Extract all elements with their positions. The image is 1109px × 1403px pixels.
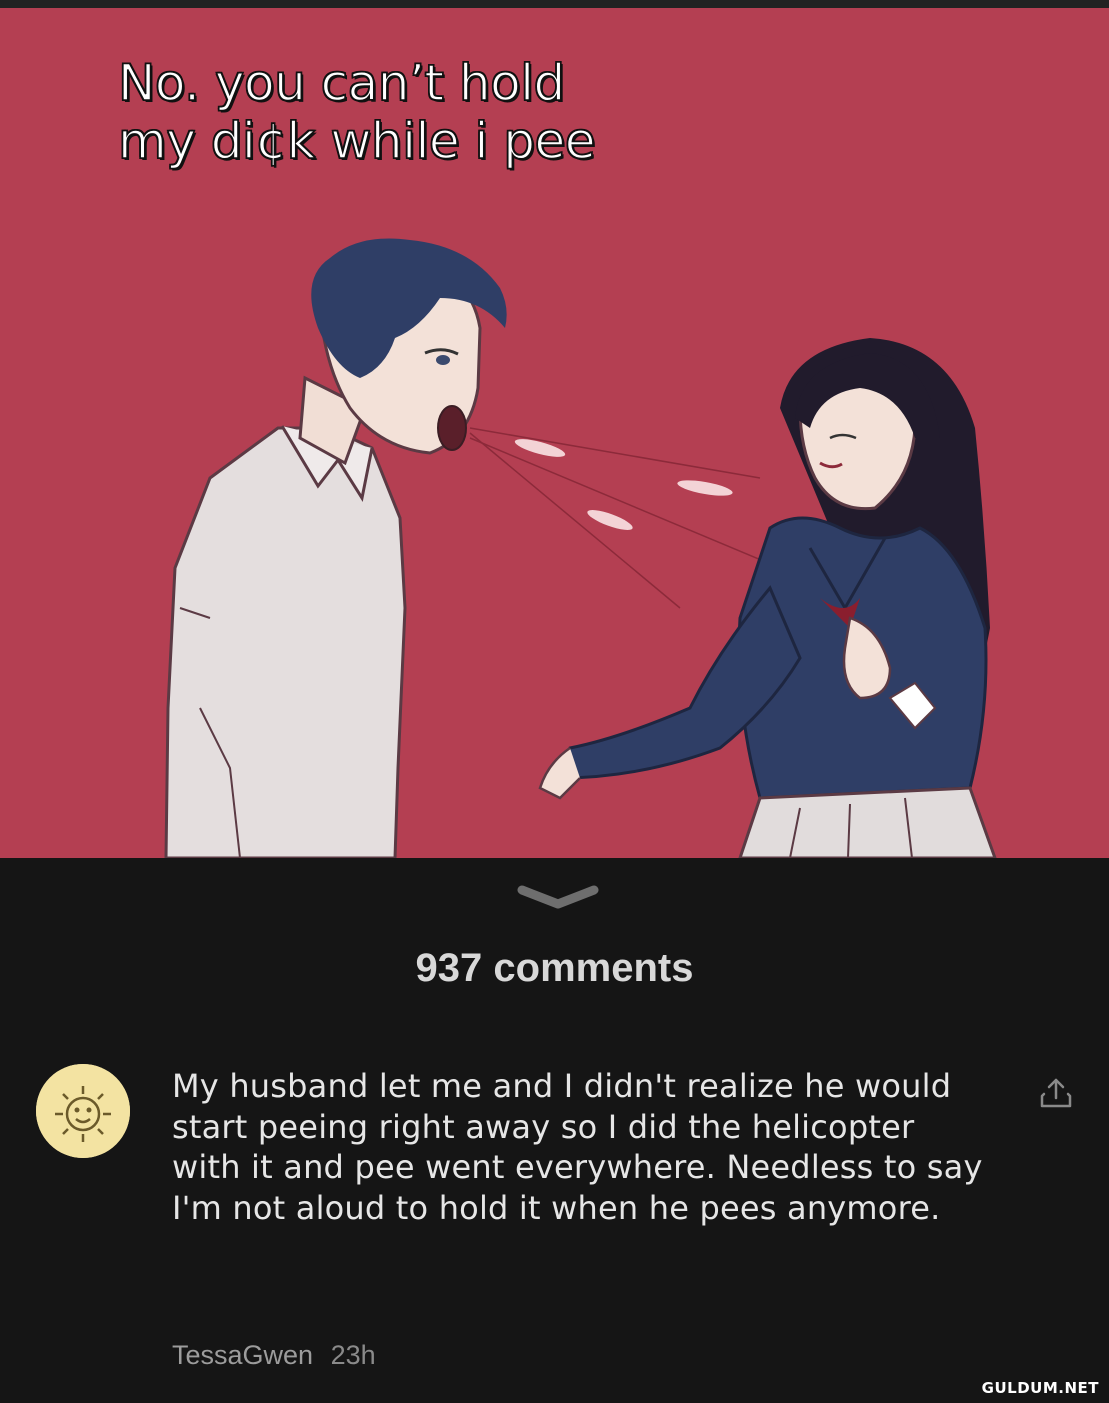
comment-text: My husband let me and I didn't realize h…	[172, 1067, 983, 1227]
comment-timestamp: 23h	[330, 1340, 376, 1370]
share-icon[interactable]	[1036, 1076, 1076, 1112]
comments-panel: 937 comments My husband let me and I did…	[0, 858, 1109, 1403]
top-bar	[0, 0, 1109, 8]
comment-count[interactable]: 937 comments	[0, 946, 1109, 991]
watermark: GULDUM.NET	[981, 1379, 1099, 1397]
chevron-down-icon[interactable]	[510, 880, 606, 914]
caption-line-1: No. you can’t hold	[117, 53, 566, 113]
caption-line-2: my di¢k while i pee	[117, 111, 596, 171]
meme-image: No. you can’t hold my di¢k while i pee	[0, 8, 1109, 858]
meme-caption: No. you can’t hold my di¢k while i pee	[117, 53, 596, 171]
avatar[interactable]	[36, 1064, 130, 1158]
comment-author[interactable]: TessaGwen	[172, 1340, 313, 1370]
sun-face-avatar-icon	[36, 1064, 130, 1158]
comment-meta: TessaGwen 23h	[172, 1340, 376, 1371]
